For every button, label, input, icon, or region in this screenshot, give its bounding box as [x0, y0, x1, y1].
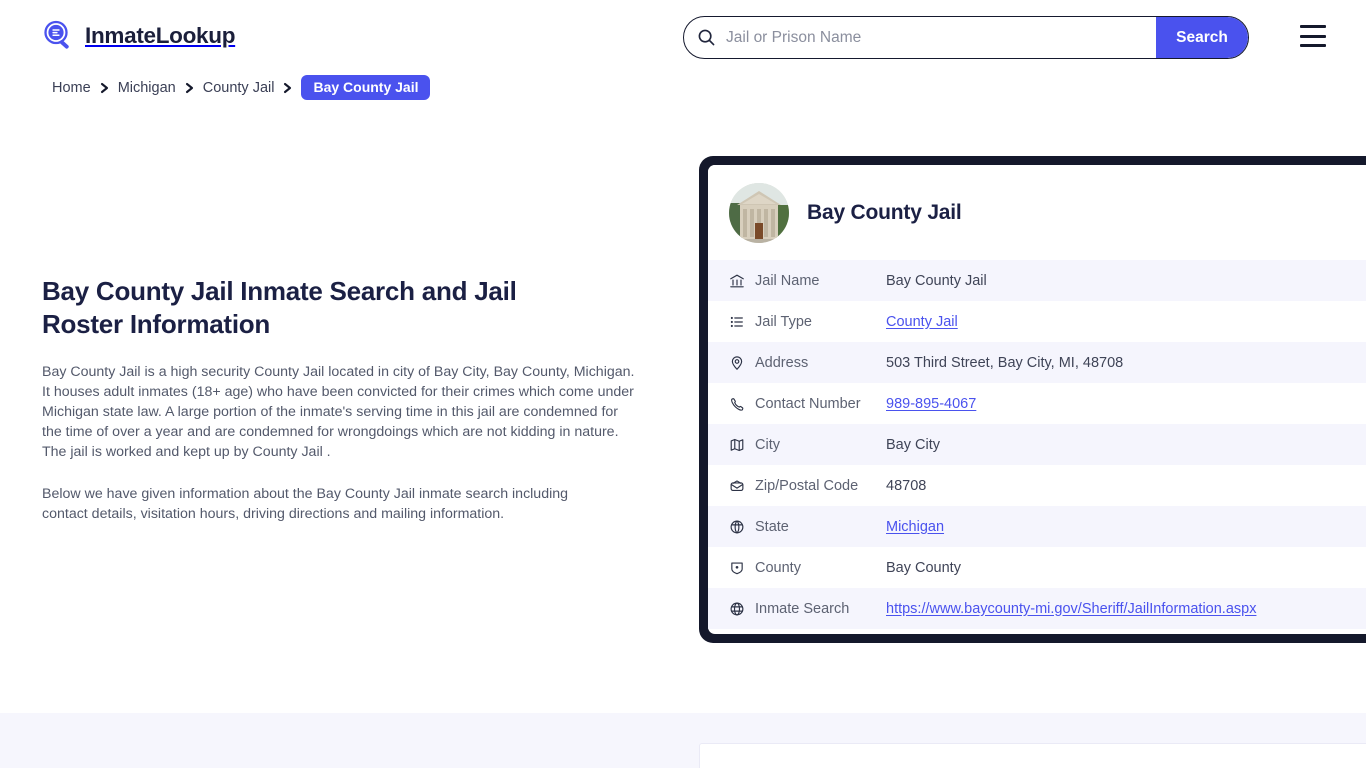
- table-row: County Bay County: [708, 547, 1366, 588]
- row-value: Bay County: [886, 559, 961, 576]
- search-input[interactable]: [722, 17, 1156, 58]
- bank-icon: [729, 273, 755, 289]
- jail-info-card-title: Bay County Jail: [807, 201, 962, 224]
- row-label: County: [755, 559, 801, 576]
- search-bar[interactable]: Search: [683, 16, 1249, 59]
- breadcrumb-item-michigan[interactable]: Michigan: [118, 80, 176, 96]
- jail-info-card: Bay County Jail Jail Name Bay County Jai…: [699, 156, 1366, 643]
- hamburger-menu-icon[interactable]: [1300, 25, 1326, 47]
- mail-open-icon: [729, 478, 755, 494]
- row-value-link[interactable]: County Jail: [886, 314, 958, 330]
- table-row: Zip/Postal Code 48708: [708, 465, 1366, 506]
- chevron-right-icon: [100, 82, 109, 94]
- footer-panel: [699, 743, 1366, 768]
- row-value-link[interactable]: https://www.baycounty-mi.gov/Sheriff/Jai…: [886, 601, 1256, 617]
- search-button[interactable]: Search: [1156, 17, 1248, 58]
- row-label: Jail Type: [755, 313, 812, 330]
- breadcrumb-item-county-jail[interactable]: County Jail: [203, 80, 275, 96]
- table-row: Address 503 Third Street, Bay City, MI, …: [708, 342, 1366, 383]
- hamburger-line: [1300, 25, 1326, 28]
- breadcrumb-item-home[interactable]: Home: [52, 80, 91, 96]
- page-title: Bay County Jail Inmate Search and Jail R…: [42, 276, 517, 339]
- row-value: Bay City: [886, 436, 940, 453]
- table-row: Inmate Search https://www.baycounty-mi.g…: [708, 588, 1366, 629]
- table-row: Jail Name Bay County Jail: [708, 260, 1366, 301]
- table-row: Contact Number 989-895-4067: [708, 383, 1366, 424]
- row-label: Contact Number: [755, 395, 861, 412]
- jail-info-card-inner: Bay County Jail Jail Name Bay County Jai…: [708, 165, 1366, 634]
- row-label: Inmate Search: [755, 600, 850, 617]
- county-badge-icon: [729, 560, 755, 576]
- intro-paragraph-2: Below we have given information about th…: [42, 486, 569, 522]
- row-label: Zip/Postal Code: [755, 477, 859, 494]
- row-label: Jail Name: [755, 272, 820, 289]
- search-icon: [684, 17, 722, 58]
- globe-icon: [729, 601, 755, 617]
- map-icon: [729, 437, 755, 453]
- bay-county-courthouse-photo: [729, 183, 789, 243]
- list-icon: [729, 314, 755, 330]
- page-footer-band: [0, 713, 1366, 768]
- row-value-link[interactable]: 989-895-4067: [886, 396, 976, 412]
- hamburger-line: [1300, 44, 1326, 47]
- chevron-right-icon: [185, 82, 194, 94]
- map-pin-icon: [729, 355, 755, 371]
- table-row: Jail Type County Jail: [708, 301, 1366, 342]
- table-row: State Michigan: [708, 506, 1366, 547]
- jail-info-card-header: Bay County Jail: [708, 165, 1366, 260]
- row-value-link[interactable]: Michigan: [886, 519, 944, 535]
- site-logo[interactable]: InmateLookup: [42, 19, 235, 53]
- row-label: State: [755, 518, 789, 535]
- row-value: 48708: [886, 477, 927, 494]
- breadcrumb: Home Michigan County Jail Bay County Jai…: [52, 75, 431, 100]
- row-label: City: [755, 436, 780, 453]
- site-logo-text: InmateLookup: [85, 23, 236, 48]
- row-value: Bay County Jail: [886, 272, 987, 289]
- chevron-right-icon: [283, 82, 292, 94]
- site-header: InmateLookup Search: [0, 0, 1366, 73]
- phone-icon: [729, 396, 755, 412]
- magnifier-list-icon: [42, 19, 76, 53]
- row-value: 503 Third Street, Bay City, MI, 48708: [886, 354, 1124, 371]
- globe-grid-icon: [729, 519, 755, 535]
- intro-paragraph-1: Bay County Jail is a high security Count…: [42, 364, 635, 460]
- table-row: City Bay City: [708, 424, 1366, 465]
- breadcrumb-current: Bay County Jail: [301, 75, 431, 100]
- hamburger-line: [1300, 34, 1326, 38]
- page-intro: Bay County Jail Inmate Search and Jail R…: [42, 275, 642, 524]
- row-label: Address: [755, 354, 809, 371]
